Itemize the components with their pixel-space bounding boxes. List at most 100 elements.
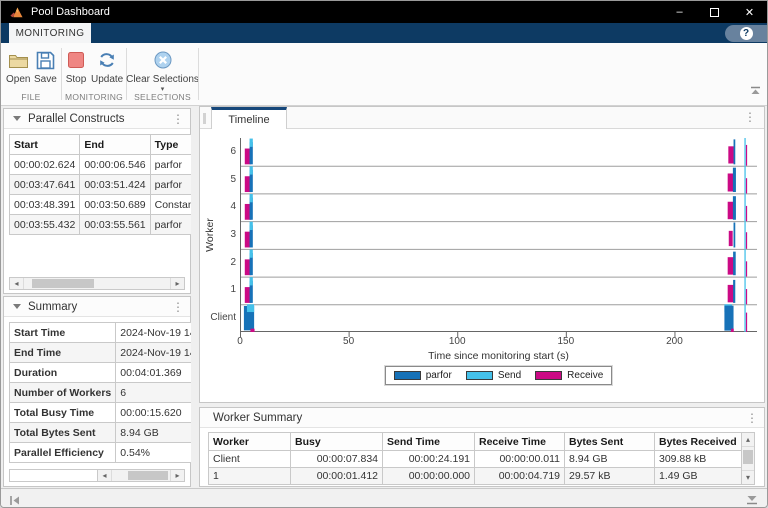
vertical-splitter[interactable] [191,106,199,488]
timeline-bar-receive[interactable] [746,145,747,166]
kebab-menu-icon[interactable]: ⋮ [172,302,184,312]
kebab-menu-icon[interactable]: ⋮ [746,413,758,423]
table-cell: 00:03:55.561 [80,215,150,235]
table-cell: 00:00:06.546 [80,155,150,175]
table-cell: 00:03:48.391 [10,195,80,215]
timeline-bar-send[interactable] [744,304,745,332]
tab-monitoring[interactable]: MONITORING [9,23,91,43]
timeline-bar-receive[interactable] [746,206,747,221]
timeline-bar-send[interactable] [250,194,253,202]
scrollbar-thumb[interactable] [128,471,168,480]
timeline-bar-send[interactable] [250,222,253,230]
column-header-bytes-received[interactable]: Bytes Received [655,433,742,451]
kebab-menu-icon[interactable]: ⋮ [744,112,756,123]
timeline-bar-receive[interactable] [746,289,747,304]
timeline-bar-send[interactable] [250,139,253,147]
scrollbar-thumb[interactable] [743,450,753,464]
column-header-bytes-sent[interactable]: Bytes Sent [565,433,655,451]
clear-selections-button[interactable]: Clear Selections ▾ [127,49,198,93]
timeline-bar-receive[interactable] [746,178,747,193]
legend-box: parforSendReceive [385,366,613,385]
table-row[interactable]: 00:00:02.62400:00:06.546parfor [10,155,211,175]
help-icon: ? [740,27,753,40]
table-row[interactable]: 00:03:48.39100:03:50.689Constant [10,195,211,215]
scrollbar-thumb[interactable] [32,279,94,288]
update-button[interactable]: Update [91,49,123,85]
table-row[interactable]: 00:03:47.64100:03:51.424parfor [10,175,211,195]
column-header-receive-time[interactable]: Receive Time [475,433,565,451]
vertical-scrollbar: ▴ ▾ [741,432,755,485]
table-cell: Parallel Efficiency [10,443,116,463]
scrollbar-track[interactable] [23,278,171,289]
collapse-panel-icon[interactable] [13,116,21,121]
timeline-bar-send[interactable] [744,166,745,194]
tab-timeline[interactable]: Timeline [211,107,287,129]
table-row[interactable]: 100:00:01.41200:00:00.00000:00:04.71929.… [209,468,742,485]
timeline-bar-send[interactable] [744,221,745,249]
timeline-bar-receive[interactable] [746,261,747,276]
timeline-bar-parfor[interactable] [733,168,736,192]
collapse-panel-icon[interactable] [13,304,21,309]
scrollbar-track[interactable] [742,446,754,471]
timeline-bar-send[interactable] [250,249,253,257]
timeline-bar-receive[interactable] [250,329,254,332]
scroll-left-icon[interactable]: ◂ [98,470,111,481]
timeline-bar-send[interactable] [250,277,253,285]
column-header-end[interactable]: End [80,135,150,155]
help-button[interactable]: ? [725,25,767,42]
timeline-bar-receive[interactable] [746,313,747,332]
timeline-bar-receive[interactable] [728,257,734,274]
timeline-bar-parfor[interactable] [734,223,736,248]
timeline-bar-send[interactable] [744,138,745,166]
x-tick-label: 100 [437,336,477,347]
column-header-start[interactable]: Start [10,135,80,155]
scroll-right-icon[interactable]: ▸ [171,278,184,289]
timeline-chart[interactable] [240,138,757,338]
collapse-bottom-icon[interactable] [746,493,758,508]
table-row[interactable]: Client00:00:07.83400:00:24.19100:00:00.0… [209,451,742,468]
stop-button[interactable]: Stop [65,49,87,85]
scroll-right-icon[interactable]: ▸ [171,470,184,481]
table-cell: 309.88 kB [655,451,742,468]
scroll-up-icon[interactable]: ▴ [742,433,754,446]
column-header-worker[interactable]: Worker [209,433,291,451]
timeline-bar-parfor[interactable] [733,280,735,303]
parallel-constructs-title: Parallel Constructs [28,113,125,125]
horizontal-scrollbar: ◂ ▸ [97,469,185,482]
timeline-bar-send[interactable] [744,249,745,277]
timeline-bar-parfor[interactable] [724,306,733,331]
table-row[interactable]: 00:03:55.43200:03:55.561parfor [10,215,211,235]
timeline-bar-receive[interactable] [729,231,733,246]
timeline-bar-send[interactable] [247,304,254,312]
horizontal-scrollbar: ◂ ▸ [9,277,185,290]
timeline-bar-send[interactable] [744,277,745,305]
drag-handle-icon[interactable] [203,113,206,124]
timeline-bar-receive[interactable] [728,285,734,302]
timeline-bar-receive[interactable] [728,146,733,163]
close-button[interactable]: ✕ [732,1,767,23]
table-cell: 00:00:24.191 [383,451,475,468]
maximize-button[interactable] [697,1,732,23]
column-header-busy[interactable]: Busy [291,433,383,451]
minimize-button[interactable]: – [662,1,697,23]
open-button[interactable]: Open [6,49,30,85]
collapse-ribbon-icon[interactable] [750,82,761,100]
legend-swatch-parfor [394,371,421,380]
timeline-bar-receive[interactable] [746,232,747,249]
x-tick-label: 200 [654,336,694,347]
timeline-bar-send[interactable] [250,166,253,174]
timeline-bar-parfor[interactable] [733,252,736,276]
timeline-bar-parfor[interactable] [733,196,736,220]
timeline-bar-send[interactable] [744,193,745,221]
dock-left-icon[interactable] [9,493,21,508]
timeline-bar-parfor[interactable] [734,139,736,164]
column-header-send-time[interactable]: Send Time [383,433,475,451]
status-bar [1,488,767,507]
timeline-bar-receive[interactable] [731,329,734,332]
scroll-down-icon[interactable]: ▾ [742,471,754,484]
save-button[interactable]: Save [34,49,57,85]
maximize-icon [710,8,719,17]
scroll-left-icon[interactable]: ◂ [10,278,23,289]
scrollbar-track[interactable] [111,470,171,481]
kebab-menu-icon[interactable]: ⋮ [172,114,184,124]
